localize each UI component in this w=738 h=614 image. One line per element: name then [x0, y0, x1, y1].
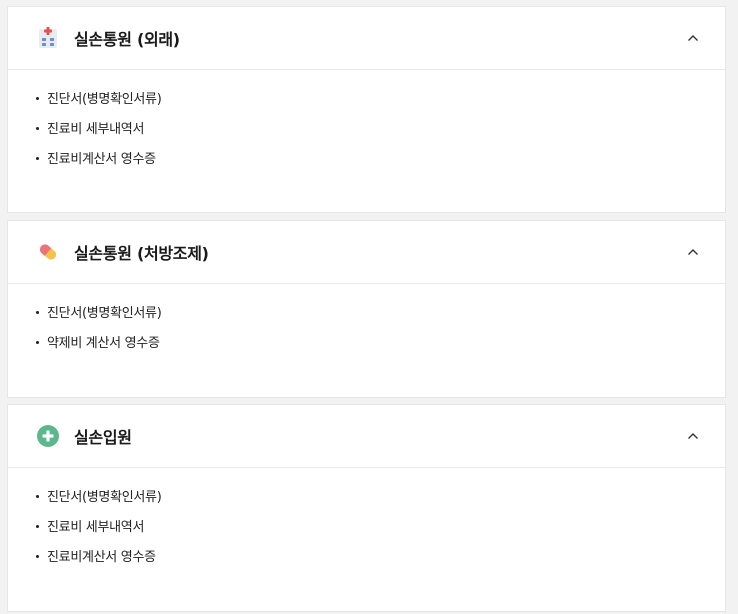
document-list: 진단서(병명확인서류) 약제비 계산서 영수증: [8, 284, 725, 352]
list-item: 진료비계산서 영수증: [36, 550, 725, 566]
chevron-up-icon[interactable]: [685, 428, 701, 444]
list-item: 진료비 세부내역서: [36, 520, 725, 536]
list-item: 진료비계산서 영수증: [36, 152, 725, 168]
section-title: 실손통원 (외래): [74, 30, 180, 49]
claim-documents-page: 실손통원 (외래) 진단서(병명확인서류) 진료비 세부내역서 진료비계산서 영…: [0, 0, 738, 614]
chevron-up-icon[interactable]: [685, 30, 701, 46]
section-inpatient: 실손입원 진단서(병명확인서류) 진료비 세부내역서 진료비계산서 영수증: [7, 404, 726, 612]
list-item: 약제비 계산서 영수증: [36, 336, 725, 352]
section-inpatient-header[interactable]: 실손입원: [8, 405, 725, 468]
list-item: 진단서(병명확인서류): [36, 306, 725, 322]
document-list: 진단서(병명확인서류) 진료비 세부내역서 진료비계산서 영수증: [8, 70, 725, 168]
chevron-up-icon[interactable]: [685, 244, 701, 260]
green-plus-circle-icon: [36, 424, 60, 448]
list-item: 진단서(병명확인서류): [36, 92, 725, 108]
list-item: 진단서(병명확인서류): [36, 490, 725, 506]
clinic-building-icon: [36, 26, 60, 50]
section-title: 실손통원 (처방조제): [74, 244, 209, 263]
list-item: 진료비 세부내역서: [36, 122, 725, 138]
pill-capsule-icon: [36, 240, 60, 264]
section-outpatient: 실손통원 (외래) 진단서(병명확인서류) 진료비 세부내역서 진료비계산서 영…: [7, 6, 726, 213]
section-prescription-header[interactable]: 실손통원 (처방조제): [8, 221, 725, 284]
section-prescription: 실손통원 (처방조제) 진단서(병명확인서류) 약제비 계산서 영수증: [7, 220, 726, 398]
section-outpatient-header[interactable]: 실손통원 (외래): [8, 7, 725, 70]
section-title: 실손입원: [74, 428, 132, 447]
document-list: 진단서(병명확인서류) 진료비 세부내역서 진료비계산서 영수증: [8, 468, 725, 566]
